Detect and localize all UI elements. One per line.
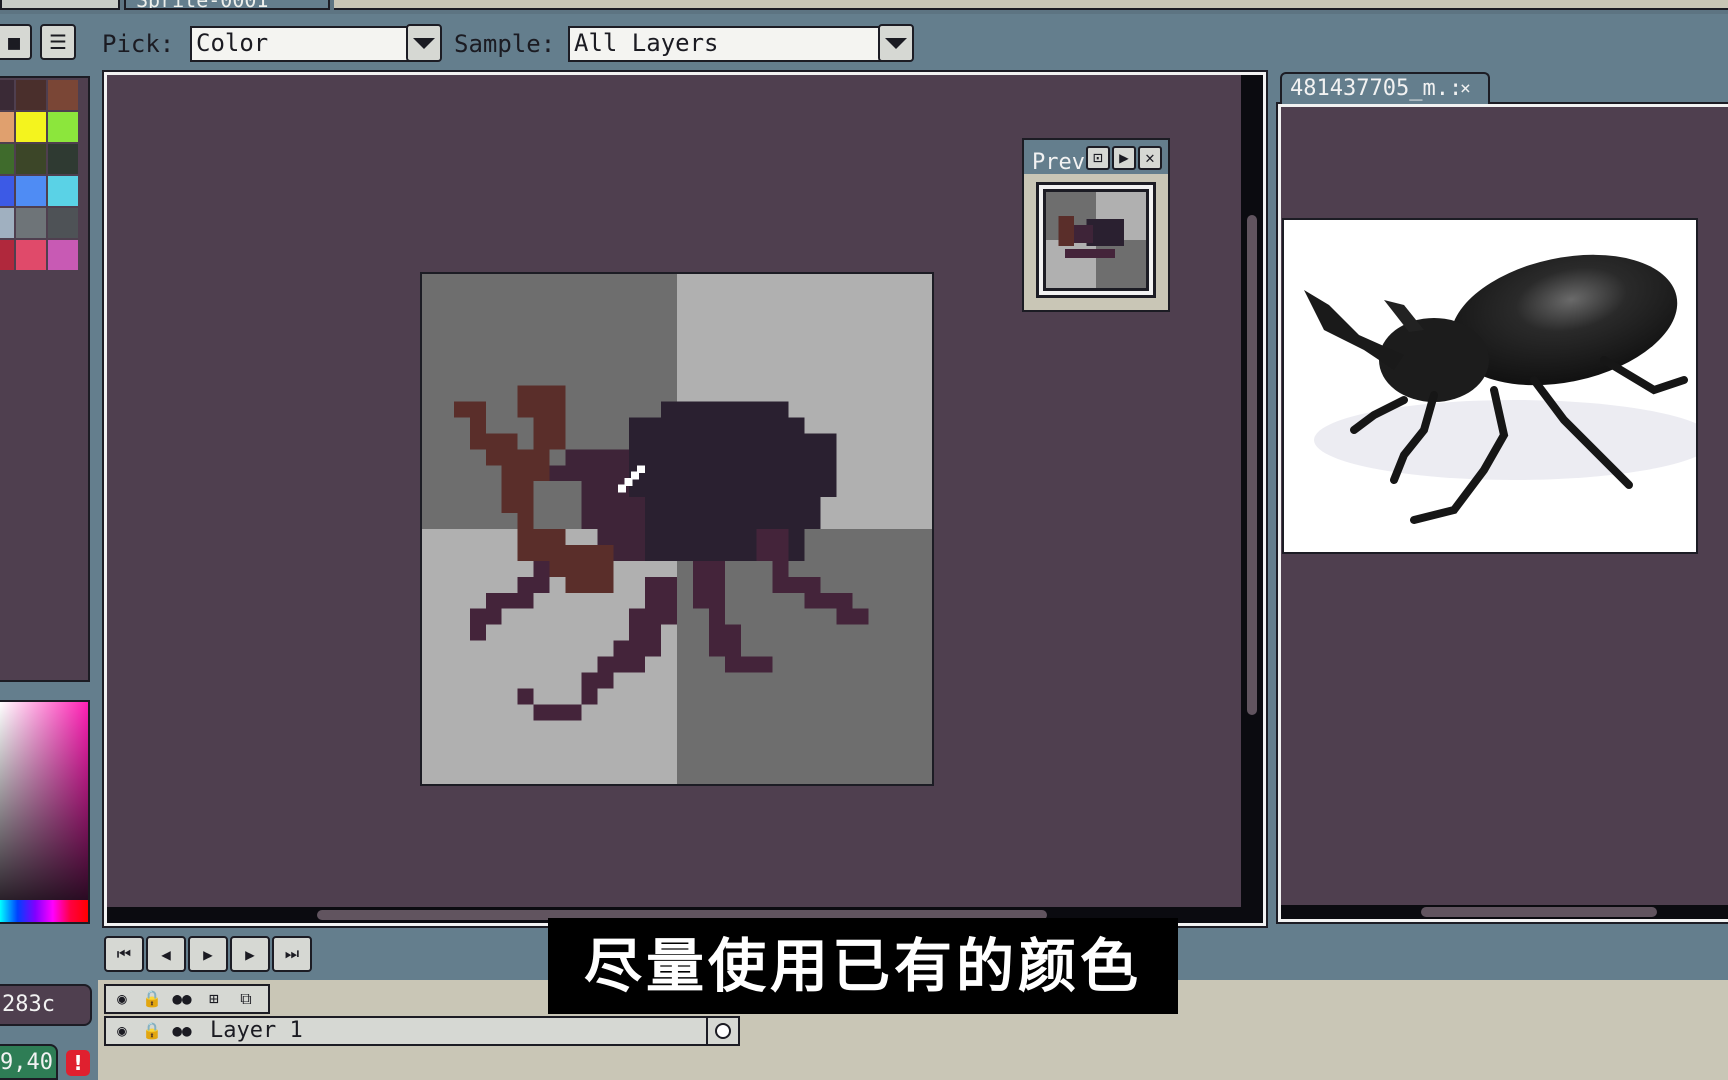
palette-swatch[interactable] [0,208,14,238]
sample-dropdown-button[interactable] [878,24,914,62]
layer-settings-icon[interactable]: ⊞ [200,988,228,1012]
palette-swatch[interactable] [0,240,14,270]
preview-thumbnail-frame [1036,182,1156,298]
video-subtitle: 尽量使用已有的颜色 [548,918,1178,1014]
options-button[interactable]: ☰ [40,24,76,60]
duplicate-icon[interactable]: ⧉ [232,988,260,1012]
menu-lines-icon: ☰ [49,30,67,54]
vertical-scrollbar[interactable] [1241,75,1263,923]
hue-slider[interactable] [0,900,88,922]
play-icon: ▶ [1119,148,1129,167]
chevron-down-icon [413,37,435,49]
close-icon[interactable]: × [1460,78,1471,99]
pick-label: Pick: [102,30,175,58]
last-frame-button[interactable]: ⏭ [272,936,312,972]
sprite-canvas[interactable] [420,272,934,786]
color-picker[interactable] [0,700,90,924]
close-icon: ✕ [1145,148,1155,167]
palette-swatch[interactable] [16,240,46,270]
preview-thumbnail [1046,192,1146,288]
reference-scrollbar[interactable] [1281,905,1728,919]
palette-swatch[interactable] [16,80,46,110]
play-icon: ▶ [203,944,213,964]
preview-play-button[interactable]: ▶ [1112,146,1136,170]
palette-swatch[interactable] [48,208,78,238]
previous-frame-button[interactable]: ◀ [146,936,186,972]
sample-select[interactable]: All Layers [568,26,884,62]
cel-dot-icon [715,1023,731,1039]
step-forward-icon: ▶ [245,944,255,964]
reference-scroll-thumb[interactable] [1421,907,1657,917]
eye-icon[interactable]: ◉ [108,1020,136,1044]
lock-icon[interactable]: 🔒 [138,988,166,1012]
foreground-sample-button[interactable]: ■ [0,24,32,60]
step-back-icon: ◀ [161,944,171,964]
palette-swatch[interactable] [48,112,78,142]
pick-select[interactable]: Color [190,26,410,62]
skip-start-icon: ⏮ [116,944,132,963]
warning-icon[interactable]: ! [66,1050,90,1076]
palette-swatch[interactable] [48,144,78,174]
palette-swatch[interactable] [16,112,46,142]
layer-cel[interactable] [706,1016,740,1046]
beetle-pixel-art [422,274,932,784]
palette-swatch[interactable] [16,144,46,174]
reference-photo [1282,218,1698,554]
preview-center-button[interactable]: ⊡ [1086,146,1110,170]
center-icon: ⊡ [1093,148,1103,167]
cursor-position-readout: 9,40 [0,1044,58,1080]
chevron-down-icon [885,37,907,49]
continuous-icon[interactable]: ●● [168,988,196,1012]
tab-sprite[interactable]: Sprite-0001 [124,0,330,10]
preview-window[interactable]: Prev ⊡ ▶ ✕ [1022,138,1170,312]
preview-close-button[interactable]: ✕ [1138,146,1162,170]
palette-swatch[interactable] [0,144,14,174]
hex-color-field[interactable]: 283c [0,984,92,1026]
palette-swatch[interactable] [0,112,14,142]
eye-icon[interactable]: ◉ [108,988,136,1012]
layers-header: ◉ 🔒 ●● ⊞ ⧉ [104,984,270,1014]
palette-swatch[interactable] [16,176,46,206]
palette-swatch[interactable] [48,240,78,270]
palette-swatch[interactable] [16,208,46,238]
square-icon: ■ [7,30,21,54]
preview-title: Prev [1032,150,1085,175]
beetle-photo [1284,220,1696,552]
play-button[interactable]: ▶ [188,936,228,972]
first-frame-button[interactable]: ⏮ [104,936,144,972]
tab-bar-filler [334,0,1728,10]
palette-swatch[interactable] [48,176,78,206]
vertical-scroll-thumb[interactable] [1247,215,1257,715]
palette-swatch[interactable] [0,80,14,110]
tab-previous[interactable] [0,0,120,10]
palette-swatch[interactable] [0,176,14,206]
pick-dropdown-button[interactable] [406,24,442,62]
layer-name[interactable]: Layer 1 [210,1018,303,1044]
color-palette [0,76,90,682]
continuous-icon[interactable]: ●● [168,1020,196,1044]
palette-swatch[interactable] [48,80,78,110]
skip-end-icon: ⏭ [284,944,300,963]
lock-icon[interactable]: 🔒 [138,1020,166,1044]
sample-label: Sample: [454,30,556,58]
next-frame-button[interactable]: ▶ [230,936,270,972]
reference-tab[interactable]: 481437705_m.: [1280,72,1490,104]
layer-row[interactable]: ◉ 🔒 ●● Layer 1 [104,1016,740,1046]
